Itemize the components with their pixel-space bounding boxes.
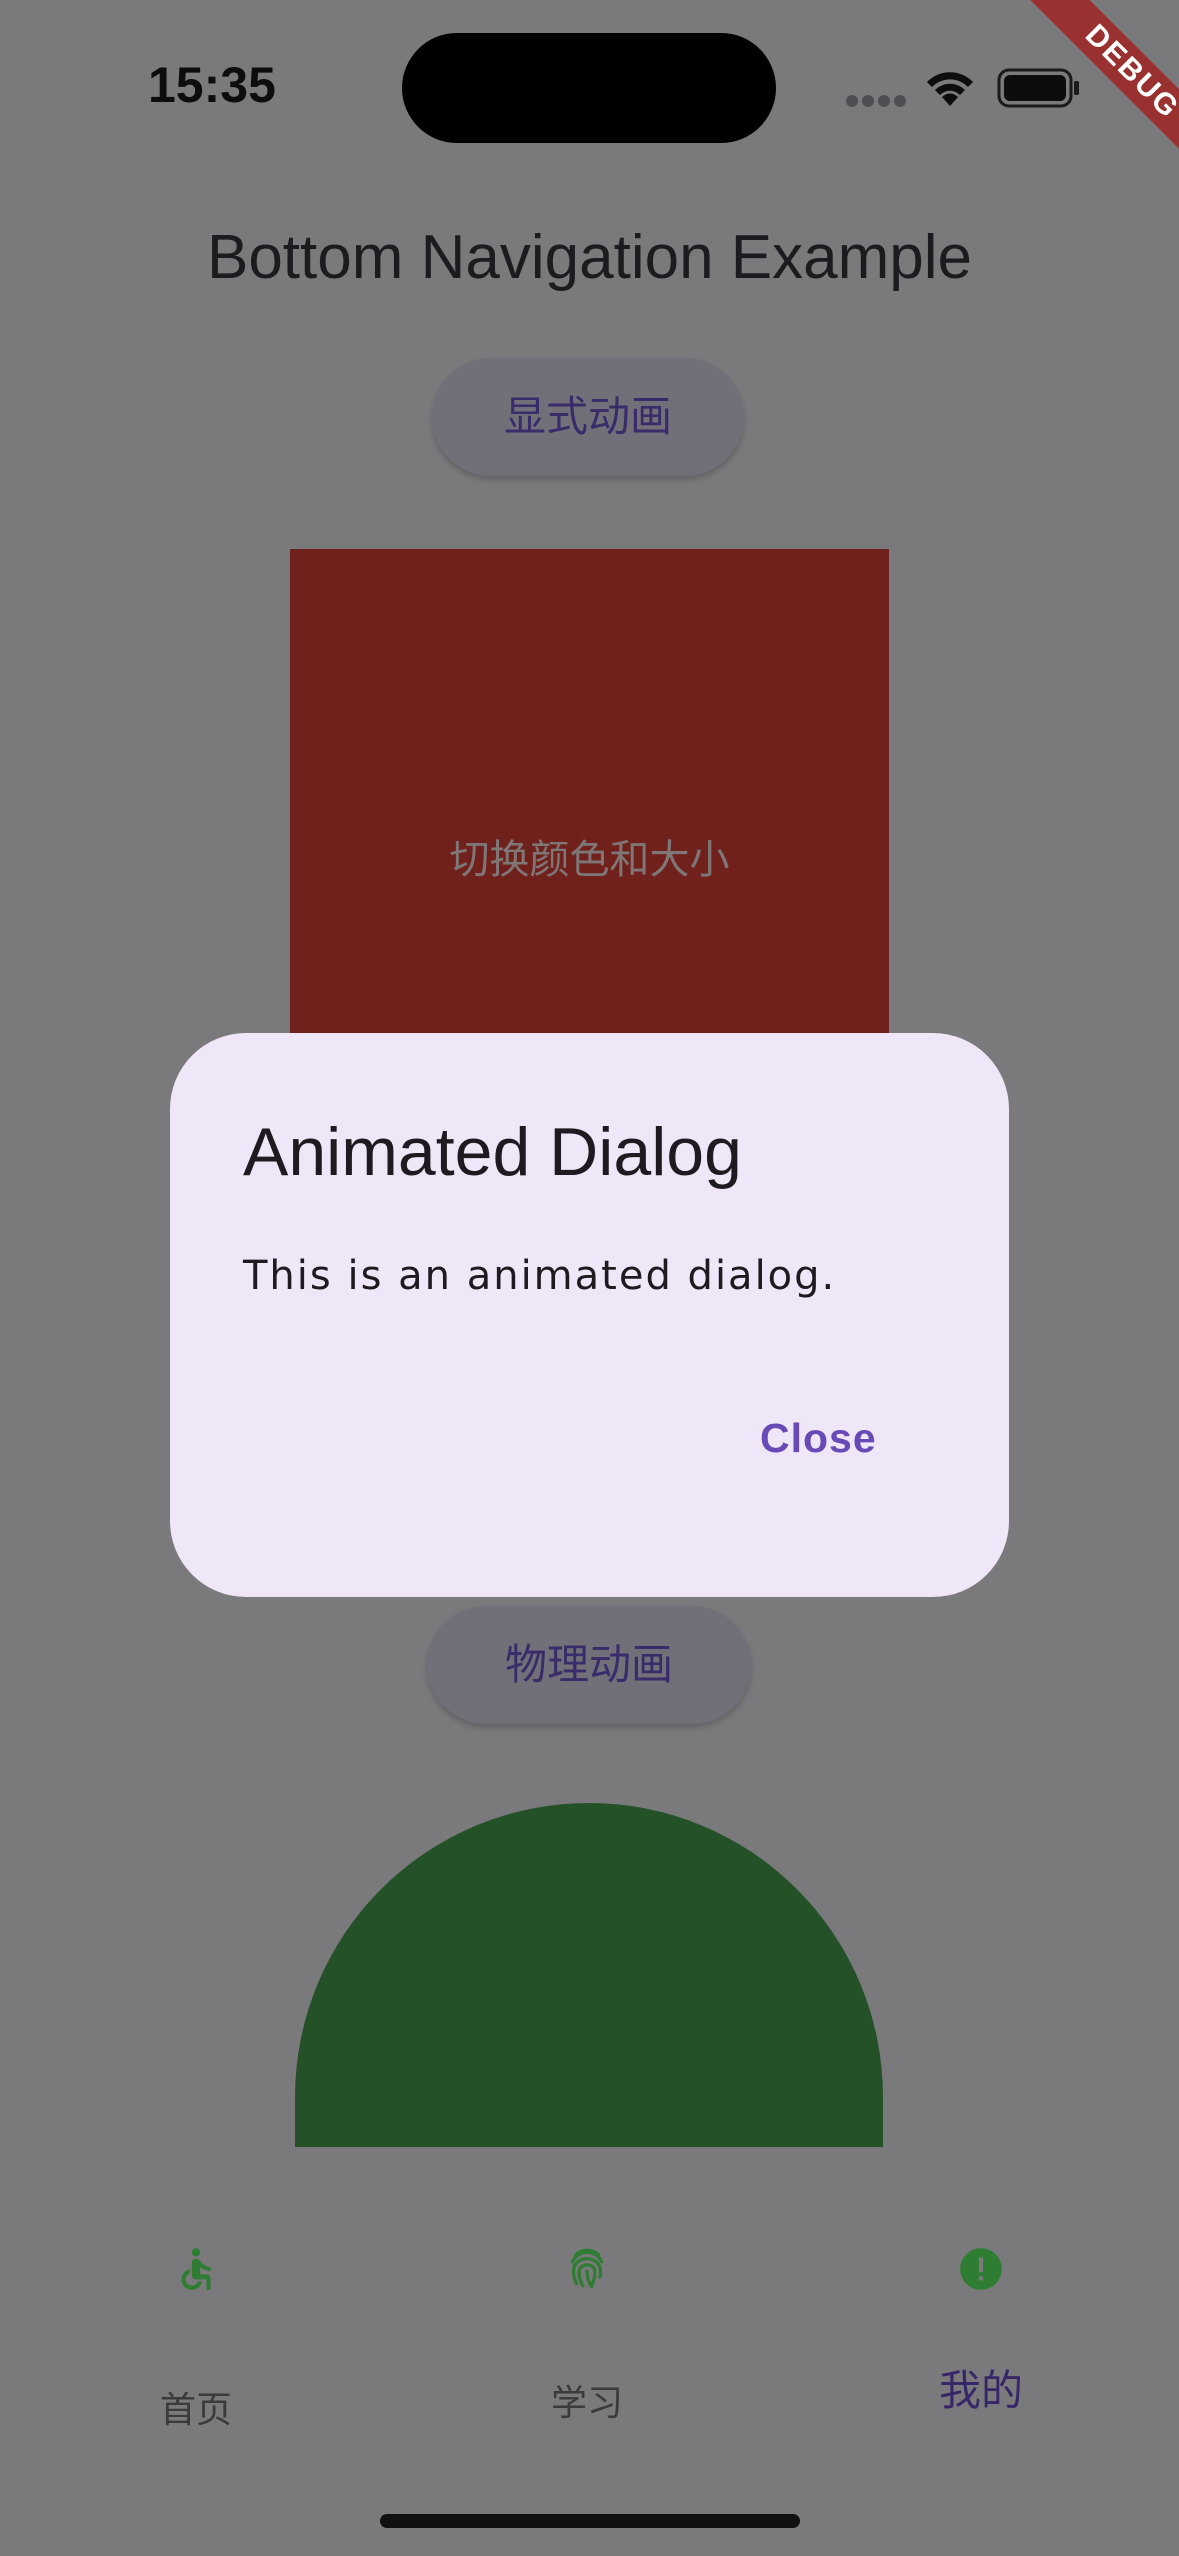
battery-icon xyxy=(997,68,1079,108)
animated-dialog: Animated Dialog This is an animated dial… xyxy=(170,1033,1009,1597)
dialog-title: Animated Dialog xyxy=(243,1114,742,1190)
dynamic-island xyxy=(402,33,776,143)
nav-label-home: 首页 xyxy=(159,2390,232,2431)
physics-ball[interactable] xyxy=(295,1803,883,2149)
status-bar: 15:35 xyxy=(0,0,1179,170)
bottom-navigation-bar: 首页 学习 我的 xyxy=(0,2147,1179,2556)
error-icon xyxy=(960,2248,1002,2290)
physics-animation-button[interactable]: 物理动画 xyxy=(427,1606,751,1724)
signal-dots-icon xyxy=(846,95,906,107)
status-time: 15:35 xyxy=(148,57,276,113)
animated-box-label: 切换颜色和大小 xyxy=(449,837,730,883)
accessible-icon xyxy=(181,2248,211,2290)
nav-label-study: 学习 xyxy=(550,2383,623,2424)
nav-label-mine: 我的 xyxy=(938,2366,1023,2415)
wifi-icon xyxy=(927,72,973,106)
animated-color-box[interactable]: 切换颜色和大小 xyxy=(290,549,889,1034)
page-title: Bottom Navigation Example xyxy=(206,223,973,292)
dialog-close-button[interactable]: Close xyxy=(760,1415,877,1462)
explicit-animation-button[interactable]: 显式动画 xyxy=(432,358,744,476)
home-indicator[interactable] xyxy=(380,2514,800,2528)
fingerprint-icon xyxy=(570,2248,604,2289)
dialog-content: This is an animated dialog. xyxy=(243,1253,837,1299)
